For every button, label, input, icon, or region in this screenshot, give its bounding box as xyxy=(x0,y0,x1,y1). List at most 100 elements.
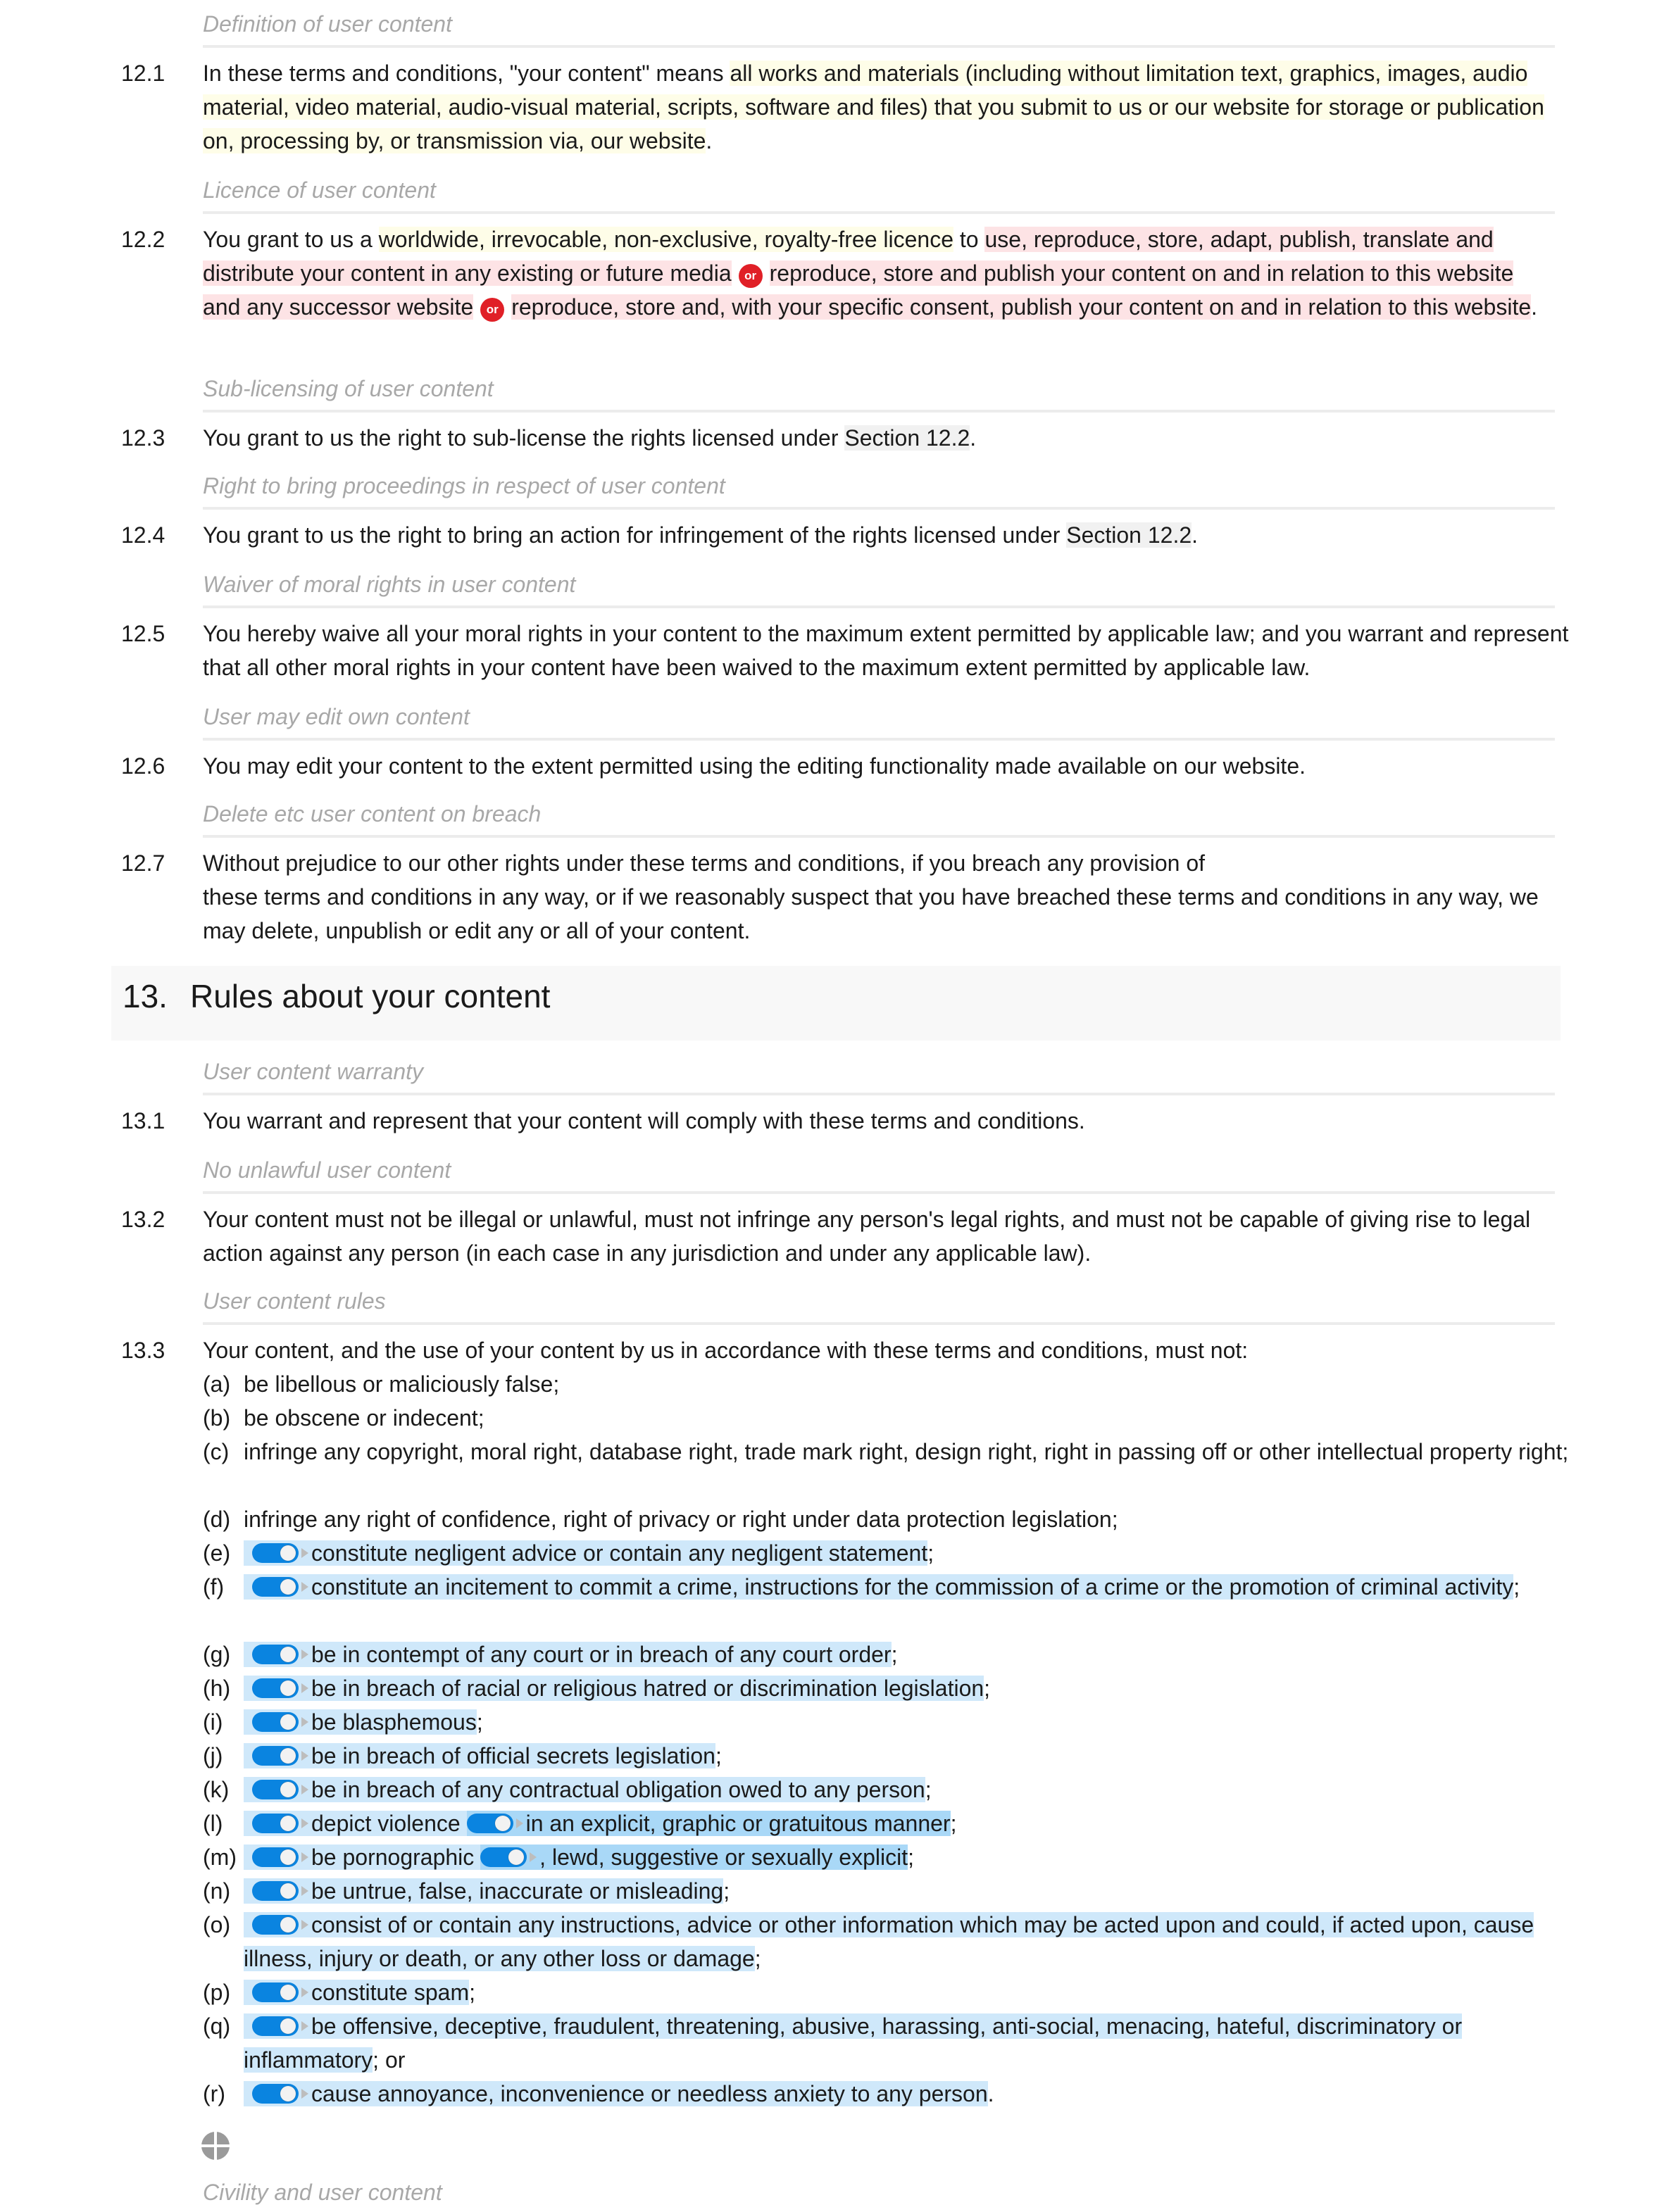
toggle-on-icon[interactable] xyxy=(252,2016,308,2036)
subheading-definition: Definition of user content xyxy=(203,11,452,37)
toggle-on-icon[interactable] xyxy=(252,1982,308,2002)
toggle-on-icon[interactable] xyxy=(252,1780,308,1799)
punctuation: ; xyxy=(476,1709,483,1735)
list-label: (g) xyxy=(203,1642,231,1667)
list-text: be in breach of official secrets legisla… xyxy=(244,1739,1575,1773)
expand-triangle-icon xyxy=(301,1920,308,1930)
clause-number: 13.2 xyxy=(121,1207,165,1232)
expand-triangle-icon xyxy=(530,1852,537,1862)
list-label: (a) xyxy=(203,1371,231,1397)
toggle-on-icon[interactable] xyxy=(252,1881,308,1901)
divider xyxy=(203,507,1555,510)
text-run: . xyxy=(1531,294,1538,320)
list-text: be untrue, false, inaccurate or misleadi… xyxy=(244,1874,1575,1908)
list-label: (b) xyxy=(203,1405,231,1431)
optional-text-highlight[interactable]: be in contempt of any court or in breach… xyxy=(244,1642,892,1667)
text-run: You grant to us the right to sub-license… xyxy=(203,425,845,451)
text-run: to xyxy=(953,227,985,252)
or-badge-icon[interactable]: or xyxy=(480,298,505,322)
optional-text-highlight[interactable]: be untrue, false, inaccurate or misleadi… xyxy=(244,1878,724,1904)
optional-text-highlight[interactable]: be in breach of official secrets legisla… xyxy=(244,1743,715,1768)
list-label: (i) xyxy=(203,1709,223,1735)
toggle-on-icon[interactable] xyxy=(252,1645,308,1664)
toggle-on-icon[interactable] xyxy=(252,1847,308,1867)
optional-text-highlight[interactable]: be in breach of any contractual obligati… xyxy=(244,1777,925,1802)
list-label: (q) xyxy=(203,2013,231,2039)
variable-highlight[interactable]: worldwide, irrevocable, non-exclusive, r… xyxy=(378,227,954,252)
divider xyxy=(203,410,1555,413)
toggle-on-icon[interactable] xyxy=(480,1847,537,1867)
add-circle-icon[interactable] xyxy=(201,2132,230,2160)
optional-text-highlight[interactable]: consist of or contain any instructions, … xyxy=(244,1912,1534,1971)
optional-text-highlight[interactable]: be offensive, deceptive, fraudulent, thr… xyxy=(244,2013,1463,2073)
list-label: (h) xyxy=(203,1676,231,1701)
toggle-on-icon[interactable] xyxy=(252,1915,308,1935)
toggle-on-icon[interactable] xyxy=(252,1678,308,1698)
punctuation: ; xyxy=(927,1540,934,1566)
toggle-on-icon[interactable] xyxy=(466,1814,523,1833)
subheading-civility: Civility and user content xyxy=(203,2180,442,2205)
clause-text: Your content, and the use of your conten… xyxy=(203,1338,1249,1363)
subheading-edit: User may edit own content xyxy=(203,704,470,729)
list-label: (c) xyxy=(203,1439,230,1464)
divider xyxy=(203,835,1555,838)
divider xyxy=(203,211,1555,214)
divider xyxy=(203,605,1555,608)
expand-triangle-icon xyxy=(301,2021,308,2031)
list-label: (k) xyxy=(203,1777,230,1802)
clause-text: You grant to us a worldwide, irrevocable… xyxy=(203,222,1555,324)
expand-triangle-icon xyxy=(301,1818,308,1828)
list-text: cause annoyance, inconvenience or needle… xyxy=(244,2077,1575,2111)
expand-triangle-icon xyxy=(301,1987,308,1997)
expand-triangle-icon xyxy=(301,1852,308,1862)
punctuation: . xyxy=(987,2081,994,2106)
expand-triangle-icon xyxy=(515,1818,523,1828)
subheading-licence: Licence of user content xyxy=(203,177,436,203)
divider xyxy=(203,1093,1555,1095)
toggle-on-icon[interactable] xyxy=(252,1814,308,1833)
toggle-on-icon[interactable] xyxy=(252,1577,308,1597)
expand-triangle-icon xyxy=(301,1785,308,1795)
section-reference-link[interactable]: Section 12.2 xyxy=(1066,522,1192,548)
expand-triangle-icon xyxy=(301,1683,308,1693)
section-reference-link[interactable]: Section 12.2 xyxy=(844,425,970,451)
subheading-sublicensing: Sub-licensing of user content xyxy=(203,376,494,401)
clause-text: Without prejudice to our other rights un… xyxy=(203,846,1569,948)
optional-text-highlight[interactable]: depict violence in an explicit, graphic … xyxy=(244,1811,951,1836)
list-label: (f) xyxy=(203,1574,225,1600)
toggle-on-icon[interactable] xyxy=(252,1746,308,1766)
optional-text-highlight[interactable]: be blasphemous xyxy=(244,1709,477,1735)
or-badge-icon[interactable]: or xyxy=(738,264,763,288)
list-text: be in contempt of any court or in breach… xyxy=(244,1638,1575,1671)
divider xyxy=(203,1322,1555,1325)
subheading-moral-rights: Waiver of moral rights in user content xyxy=(203,572,576,597)
list-label: (d) xyxy=(203,1507,231,1532)
list-text: be in breach of racial or religious hatr… xyxy=(244,1671,1575,1705)
toggle-on-icon[interactable] xyxy=(252,2084,308,2104)
punctuation: ; or xyxy=(373,2047,406,2073)
list-text: be blasphemous; xyxy=(244,1705,1575,1739)
clause-text: You hereby waive all your moral rights i… xyxy=(203,621,1569,680)
toggle-on-icon[interactable] xyxy=(252,1543,308,1563)
text-run: You grant to us a xyxy=(203,227,379,252)
punctuation: ; xyxy=(984,1676,991,1701)
clause-number: 12.1 xyxy=(121,61,165,86)
text-run: In these terms and conditions, "your con… xyxy=(203,61,730,86)
optional-text-highlight[interactable]: constitute negligent advice or contain a… xyxy=(244,1540,928,1566)
nested-optional-highlight[interactable]: , lewd, suggestive or sexually explicit xyxy=(480,1845,908,1870)
option-highlight[interactable]: reproduce, store and, with your specific… xyxy=(511,294,1532,320)
nested-optional-highlight[interactable]: in an explicit, graphic or gratuitous ma… xyxy=(466,1811,951,1836)
expand-triangle-icon xyxy=(301,1886,308,1896)
expand-triangle-icon xyxy=(301,1582,308,1592)
optional-text-highlight[interactable]: be in breach of racial or religious hatr… xyxy=(244,1676,984,1701)
list-label: (e) xyxy=(203,1540,231,1566)
punctuation: ; xyxy=(1513,1574,1520,1600)
list-text: constitute spam; xyxy=(244,1975,1575,2009)
punctuation: ; xyxy=(754,1946,761,1971)
toggle-on-icon[interactable] xyxy=(252,1712,308,1732)
optional-text-highlight[interactable]: constitute an incitement to commit a cri… xyxy=(244,1574,1514,1600)
optional-text-highlight[interactable]: constitute spam xyxy=(244,1980,470,2005)
optional-text-highlight[interactable]: cause annoyance, inconvenience or needle… xyxy=(244,2081,988,2106)
list-label: (l) xyxy=(203,1811,223,1836)
optional-text-highlight[interactable]: be pornographic , lewd, suggestive or se… xyxy=(244,1845,908,1870)
